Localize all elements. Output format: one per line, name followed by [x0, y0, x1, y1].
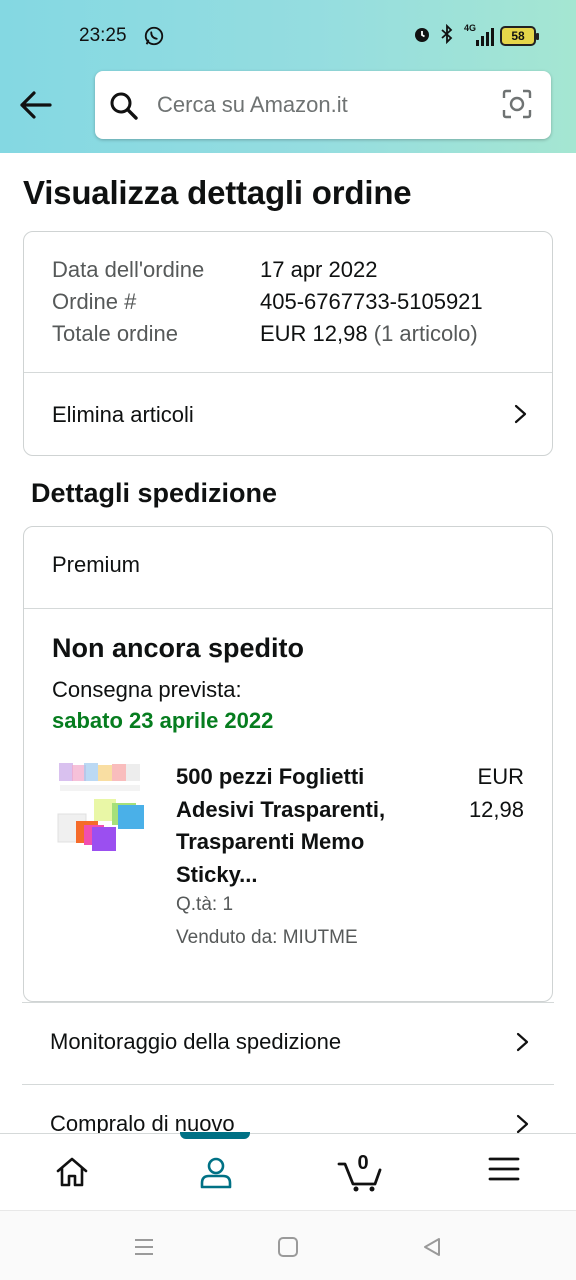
network-type: 4G: [464, 23, 477, 33]
product-seller: Venduto da: MIUTME: [176, 927, 358, 948]
track-shipment-label: Monitoraggio della spedizione: [50, 1029, 342, 1054]
delete-items-label: Elimina articoli: [52, 401, 194, 427]
order-summary-card: Data dell'ordine 17 apr 2022 Ordine # 40…: [23, 231, 553, 456]
search-input[interactable]: [157, 89, 477, 121]
shipment-card: Premium Non ancora spedito Consegna prev…: [23, 526, 553, 1002]
bottom-nav: 0: [0, 1132, 576, 1211]
back-button[interactable]: [16, 85, 56, 125]
chevron-right-icon: [510, 404, 530, 424]
alarm-icon: [412, 24, 432, 49]
battery-indicator: 58: [500, 26, 539, 46]
order-number-value: 405-6767733-5105921: [260, 289, 483, 314]
price-currency: EUR: [477, 764, 524, 789]
shipment-status: Non ancora spedito: [52, 633, 305, 663]
recents-icon[interactable]: [132, 1235, 156, 1259]
delivery-label: Consegna prevista:: [52, 677, 242, 702]
system-navigation-bar: [0, 1210, 576, 1280]
nav-menu[interactable]: [432, 1134, 576, 1211]
product-price: EUR 12,98: [434, 761, 524, 826]
product-image[interactable]: [54, 759, 149, 859]
nav-account[interactable]: [144, 1134, 288, 1211]
product-title-line: Trasparenti Memo: [176, 829, 365, 854]
delivery-date: sabato 23 aprile 2022: [52, 708, 274, 733]
product-title-line: Sticky...: [176, 861, 258, 887]
order-date-label: Data dell'ordine: [52, 257, 205, 282]
home-button-icon[interactable]: [276, 1235, 300, 1259]
app-header: 23:25 4G 58: [0, 0, 576, 153]
order-total-label: Totale ordine: [52, 321, 178, 346]
bluetooth-icon: [438, 23, 456, 49]
chevron-right-icon: [512, 1114, 532, 1134]
signal-icon: 4G: [462, 23, 494, 46]
order-number-label: Ordine #: [52, 289, 137, 314]
price-amount: 12,98: [468, 796, 524, 822]
page-title: Visualizza dettagli ordine: [23, 174, 412, 211]
nav-home[interactable]: [0, 1134, 144, 1211]
whatsapp-icon: [143, 25, 165, 47]
product-quantity: Q.tà: 1: [176, 894, 234, 915]
status-icons: 4G 58: [412, 23, 539, 49]
delete-items-row[interactable]: Elimina articoli: [24, 373, 552, 456]
back-triangle-icon[interactable]: [420, 1235, 444, 1259]
divider: [24, 608, 552, 609]
product-title-line: Adesivi Trasparenti,: [176, 796, 386, 822]
order-total-value: EUR 12,98 (1 articolo): [260, 321, 478, 347]
status-bar: 23:25 4G 58: [0, 0, 576, 72]
shipping-service: Premium: [52, 552, 141, 577]
shipping-section-title: Dettagli spedizione: [31, 478, 278, 508]
search-icon: [109, 91, 139, 121]
camera-icon[interactable]: [501, 88, 533, 120]
order-date-value: 17 apr 2022: [260, 257, 378, 282]
order-total-items: (1 articolo): [373, 321, 478, 346]
product-title[interactable]: 500 pezzi Foglietti Adesivi Trasparenti,…: [176, 761, 424, 891]
order-total-amount: EUR 12,98: [260, 321, 368, 346]
cart-count: 0: [357, 1152, 369, 1174]
search-bar[interactable]: [95, 71, 551, 139]
status-time: 23:25: [79, 25, 127, 46]
chevron-right-icon: [512, 1032, 532, 1052]
track-shipment-row[interactable]: Monitoraggio della spedizione: [22, 1002, 554, 1082]
product-title-line: 500 pezzi Foglietti: [176, 764, 365, 789]
